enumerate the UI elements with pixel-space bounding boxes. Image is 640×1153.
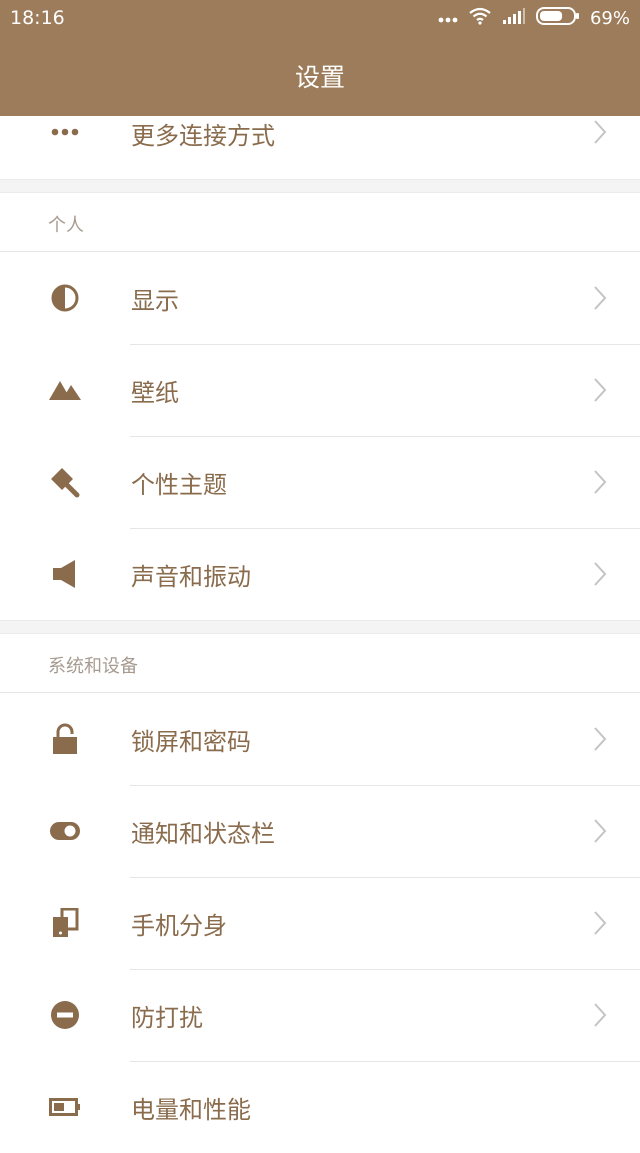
top-card: 更多连接方式 [0, 116, 640, 179]
lock-icon [48, 722, 82, 756]
chevron-right-icon [594, 1003, 607, 1027]
settings-item-sound[interactable]: 声音和振动 [0, 528, 640, 620]
status-time: 18:16 [10, 7, 65, 29]
page-title: 设置 [294, 63, 345, 92]
settings-list[interactable]: 更多连接方式 个人 显示 壁纸 个性主题 声音和振动 系统和设备 锁屏和密码 通… [0, 116, 640, 1153]
speaker-icon [48, 557, 82, 591]
chevron-right-icon [594, 727, 607, 751]
dual-phone-icon [48, 906, 82, 940]
toggle-icon [48, 814, 82, 848]
more-dots-icon [48, 115, 82, 149]
settings-item-lockscreen[interactable]: 锁屏和密码 [0, 693, 640, 785]
battery-percent: 69% [589, 7, 630, 29]
settings-item-notifications[interactable]: 通知和状态栏 [0, 785, 640, 877]
more-dots-icon [438, 9, 458, 28]
chevron-right-icon [594, 819, 607, 843]
signal-icon [502, 7, 526, 29]
chevron-right-icon [594, 120, 607, 144]
chevron-right-icon [594, 470, 607, 494]
settings-item-label: 更多连接方式 [131, 122, 275, 150]
chevron-right-icon [594, 286, 607, 310]
section-divider [0, 179, 640, 193]
settings-item-label: 通知和状态栏 [131, 819, 275, 848]
app-bar: 设置 [0, 38, 640, 116]
settings-item-label: 个性主题 [131, 470, 227, 499]
settings-item-wallpaper[interactable]: 壁纸 [0, 344, 640, 436]
settings-item-battery-performance[interactable]: 电量和性能 [0, 1061, 640, 1153]
status-bar: 18:16 69% [0, 0, 640, 38]
chevron-right-icon [594, 911, 607, 935]
settings-item-label: 防打扰 [131, 1003, 203, 1032]
settings-item-label: 锁屏和密码 [131, 727, 251, 756]
battery-icon [48, 1090, 82, 1124]
settings-item-label: 壁纸 [131, 378, 179, 407]
mountains-icon [48, 373, 82, 407]
settings-item-label: 手机分身 [131, 911, 227, 940]
section-header: 系统和设备 [0, 634, 640, 693]
section-system: 系统和设备 锁屏和密码 通知和状态栏 手机分身 防打扰 电量和性能 [0, 634, 640, 1153]
settings-item-themes[interactable]: 个性主题 [0, 436, 640, 528]
settings-item-second-space[interactable]: 手机分身 [0, 877, 640, 969]
battery-icon [535, 6, 580, 30]
wifi-icon [468, 7, 492, 29]
do-not-disturb-icon [48, 998, 82, 1032]
theme-brush-icon [48, 465, 82, 499]
settings-item-do-not-disturb[interactable]: 防打扰 [0, 969, 640, 1061]
settings-item-display[interactable]: 显示 [0, 252, 640, 344]
settings-item-label: 电量和性能 [131, 1095, 251, 1124]
chevron-right-icon [594, 378, 607, 402]
section-header: 个人 [0, 193, 640, 252]
status-icons: 69% [438, 6, 630, 30]
settings-item-label: 显示 [131, 286, 179, 315]
section-header-label: 系统和设备 [48, 656, 138, 677]
settings-item-more-connections[interactable]: 更多连接方式 [0, 116, 640, 179]
settings-item-label: 声音和振动 [131, 562, 251, 591]
half-circle-icon [48, 281, 82, 315]
section-personal: 个人 显示 壁纸 个性主题 声音和振动 [0, 193, 640, 620]
section-header-label: 个人 [48, 215, 84, 236]
section-divider [0, 620, 640, 634]
chevron-right-icon [594, 562, 607, 586]
